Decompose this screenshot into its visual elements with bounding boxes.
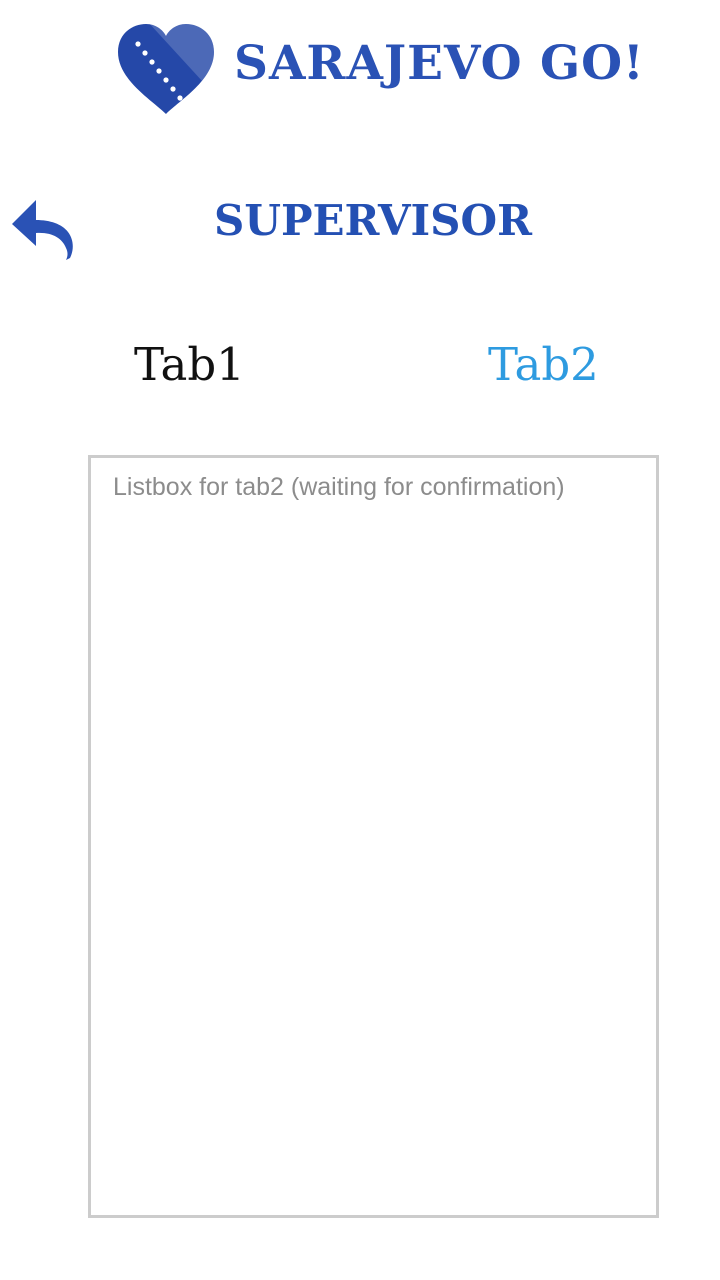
app-logo: SARAJEVO GO! — [114, 22, 644, 118]
listbox-placeholder: Listbox for tab2 (waiting for confirmati… — [113, 473, 565, 501]
page-title: SUPERVISOR — [213, 196, 532, 245]
heart-flag-icon — [118, 24, 214, 114]
tab-1[interactable]: Tab1 — [134, 338, 245, 391]
tab-2[interactable]: Tab2 — [488, 338, 599, 391]
logo-text: SARAJEVO GO! — [234, 36, 645, 91]
tab2-listbox[interactable]: Listbox for tab2 (waiting for confirmati… — [88, 455, 659, 1218]
